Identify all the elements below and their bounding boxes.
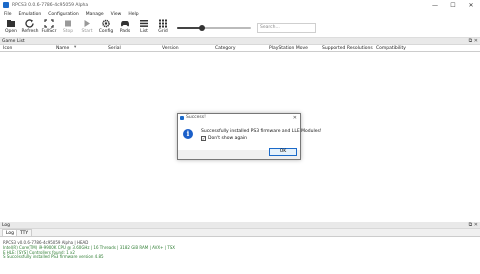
window-controls: — ☐ ✕ — [426, 0, 480, 10]
game-list-panel-title: Game List ⧉ ✕ — [0, 38, 480, 45]
start-label: Start — [81, 29, 93, 34]
minimize-icon[interactable]: — — [426, 0, 444, 10]
menu-bar: File Emulation Configuration Manage View… — [0, 10, 480, 18]
game-list-header: Icon Name Serial Version Category PlaySt… — [0, 45, 480, 52]
icon-size-slider[interactable] — [177, 25, 251, 31]
gamepad-icon — [121, 21, 129, 27]
dialog-title-bar: Success! ✕ — [178, 114, 300, 122]
search-input[interactable]: Search... — [257, 23, 316, 33]
dialog-app-icon — [180, 116, 184, 120]
log-title: Log — [2, 222, 11, 228]
tab-tty[interactable]: TTY — [16, 229, 33, 236]
stop-button[interactable]: Stop — [59, 19, 77, 37]
fullscreen-button[interactable]: FullScr — [40, 19, 58, 37]
open-label: Open — [4, 29, 18, 34]
fullscreen-icon — [44, 19, 54, 28]
sort-arrow-icon: ▾ — [74, 45, 77, 50]
checkbox-label: Don't show again — [208, 136, 248, 141]
grid-label: Grid — [158, 29, 168, 34]
refresh-button[interactable]: Refresh — [21, 19, 39, 37]
menu-configuration[interactable]: Configuration — [48, 12, 79, 17]
dialog-content: i Successfully installed PS3 firmware an… — [178, 122, 322, 150]
dialog-close-icon[interactable]: ✕ — [293, 114, 297, 122]
log-line: S Successfully installed PS3 firmware ve… — [3, 254, 104, 260]
column-compatibility[interactable]: Compatibility — [376, 46, 406, 51]
list-label: List — [140, 29, 148, 34]
title-bar: RPCS3 0.0.6-7786-4c95059 Alpha — ☐ ✕ — [0, 0, 480, 10]
play-icon — [84, 20, 90, 27]
checkbox-box[interactable]: ✓ — [201, 136, 206, 141]
list-view-button[interactable]: List — [135, 19, 153, 37]
config-label: Config — [98, 29, 114, 34]
info-icon: i — [183, 129, 193, 139]
window-title: RPCS3 0.0.6-7786-4c95059 Alpha — [12, 2, 89, 8]
config-button[interactable]: Config — [97, 19, 115, 37]
folder-open-icon — [7, 20, 15, 27]
game-list-title: Game List — [2, 38, 25, 44]
dialog-title: Success! — [186, 115, 206, 120]
start-button[interactable]: Start — [78, 19, 96, 37]
list-icon — [140, 20, 148, 27]
column-version[interactable]: Version — [162, 46, 179, 51]
menu-emulation[interactable]: Emulation — [19, 12, 42, 17]
log-output[interactable]: RPCS3 v0.0.6-7786-4c95059 Alpha | HEAD I… — [0, 236, 480, 274]
column-category[interactable]: Category — [215, 46, 236, 51]
app-icon — [3, 2, 9, 8]
menu-view[interactable]: View — [111, 12, 122, 17]
pads-button[interactable]: Pads — [116, 19, 134, 37]
dialog-message: Successfully installed PS3 firmware and … — [201, 129, 322, 134]
grid-icon — [159, 19, 167, 28]
menu-help[interactable]: Help — [128, 12, 138, 17]
log-tabs: Log TTY — [0, 229, 480, 236]
log-panel-buttons[interactable]: ⧉ ✕ — [469, 222, 478, 228]
grid-view-button[interactable]: Grid — [154, 19, 172, 37]
column-icon[interactable]: Icon — [3, 46, 12, 51]
column-playstation-move[interactable]: PlayStation Move — [269, 46, 308, 51]
ok-button[interactable]: OK — [269, 148, 297, 156]
column-supported-resolutions[interactable]: Supported Resolutions — [322, 46, 373, 51]
refresh-label: Refresh — [21, 29, 39, 34]
refresh-icon — [25, 19, 34, 28]
panel-buttons[interactable]: ⧉ ✕ — [469, 38, 478, 44]
success-dialog: Success! ✕ i Successfully installed PS3 … — [177, 113, 322, 160]
maximize-icon[interactable]: ☐ — [444, 0, 462, 10]
dont-show-again-checkbox[interactable]: ✓ Don't show again — [201, 136, 247, 141]
gear-icon — [102, 19, 110, 28]
stop-icon — [65, 20, 71, 27]
open-button[interactable]: Open — [2, 19, 20, 37]
slider-handle[interactable] — [199, 25, 206, 31]
menu-file[interactable]: File — [4, 12, 12, 17]
column-serial[interactable]: Serial — [108, 46, 121, 51]
pads-label: Pads — [119, 29, 131, 34]
toolbar: Open Refresh FullScr Stop Start Config P… — [0, 18, 480, 38]
close-icon[interactable]: ✕ — [462, 0, 480, 10]
menu-manage[interactable]: Manage — [86, 12, 104, 17]
fullscreen-label: FullScr — [41, 29, 57, 34]
stop-label: Stop — [62, 29, 74, 34]
log-panel-title: Log ⧉ ✕ — [0, 222, 480, 229]
column-name[interactable]: Name — [56, 46, 69, 51]
